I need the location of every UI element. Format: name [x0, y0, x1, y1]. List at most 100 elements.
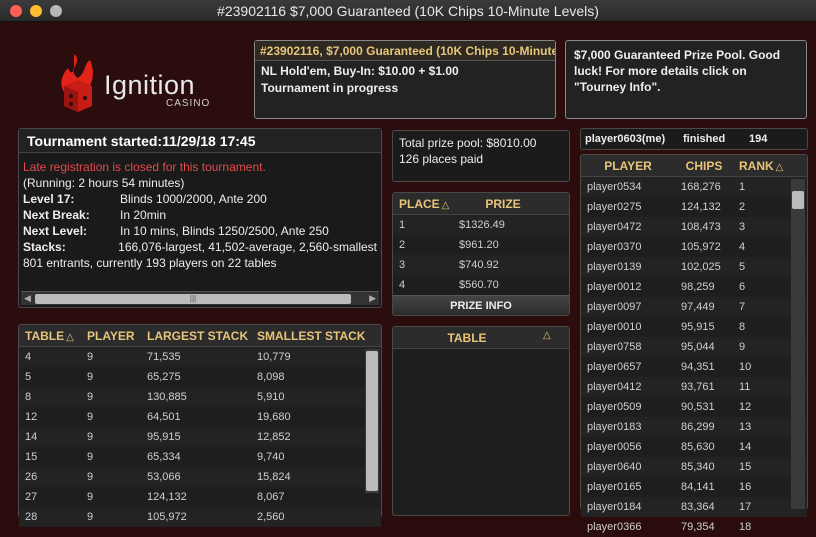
- lobby-main: Ignition CASINO #23902116, $7,000 Guaran…: [0, 22, 816, 533]
- player-row-cell: 102,025: [681, 261, 721, 273]
- scroll-left-icon[interactable]: ◀: [24, 293, 31, 304]
- table-row[interactable]: 26 9 53,066 15,824: [19, 467, 381, 487]
- table-row-cell: 28: [25, 511, 38, 523]
- guarantee-message: $7,000 Guaranteed Prize Pool. Good luck!…: [565, 40, 807, 119]
- player-row[interactable]: player0184 83,364 17: [581, 497, 807, 517]
- players-vertical-scrollbar[interactable]: [791, 179, 805, 509]
- my-status: finished: [683, 133, 726, 145]
- players-scroll-thumb[interactable]: [792, 191, 804, 209]
- players-header: PLAYER CHIPS RANK △: [581, 155, 807, 177]
- table-row-cell: 9: [87, 471, 94, 483]
- sort-ascending-icon[interactable]: △: [543, 327, 551, 348]
- player-row-cell: 2: [739, 201, 746, 213]
- prize-row[interactable]: 3 $740.92: [393, 255, 569, 275]
- prizes-table: PLACE △ PRIZE 1 $1326.49 2 $961.20 3 $740.92 4 $…: [392, 192, 570, 316]
- prize-row-cell: $961.20: [459, 239, 499, 251]
- prize-row[interactable]: 1 $1326.49: [393, 215, 569, 235]
- player-row[interactable]: player0010 95,915 8: [581, 317, 807, 337]
- table-panel-header: TABLE △: [393, 327, 569, 349]
- player-row[interactable]: player0758 95,044 9: [581, 337, 807, 357]
- player-row-cell: 7: [739, 301, 746, 313]
- table-row-cell: 8,067: [257, 491, 285, 503]
- player-row-cell: player0412: [587, 381, 642, 393]
- player-row[interactable]: player0056 85,630 14: [581, 437, 807, 457]
- player-row[interactable]: player0472 108,473 3: [581, 217, 807, 237]
- tables-vertical-scrollbar[interactable]: [365, 349, 379, 493]
- horizontal-scrollbar[interactable]: ◀ ||| ▶: [21, 291, 379, 305]
- table-row-cell: 9: [87, 391, 94, 403]
- player-row[interactable]: player0165 84,141 16: [581, 477, 807, 497]
- column-header-smallest-stack[interactable]: SMALLEST STACK: [251, 325, 365, 346]
- tournament-start-header: Tournament started:11/29/18 17:45: [19, 129, 381, 153]
- player-row-cell: player0366: [587, 521, 642, 533]
- player-row-cell: player0758: [587, 341, 642, 353]
- player-row[interactable]: player0183 86,299 13: [581, 417, 807, 437]
- table-row[interactable]: 8 9 130,885 5,910: [19, 387, 381, 407]
- player-row[interactable]: player0412 93,761 11: [581, 377, 807, 397]
- table-row[interactable]: 4 9 71,535 10,779: [19, 347, 381, 367]
- table-row-cell: 19,680: [257, 411, 291, 423]
- prize-row[interactable]: 2 $961.20: [393, 235, 569, 255]
- table-row-cell: 8,098: [257, 371, 285, 383]
- prize-pool-summary: Total prize pool: $8010.00 126 places pa…: [392, 130, 570, 182]
- table-row-cell: 9: [87, 451, 94, 463]
- level-row: Level 17: Blinds 1000/2000, Ante 200: [23, 192, 267, 206]
- table-row-cell: 27: [25, 491, 38, 503]
- column-header-player[interactable]: PLAYER: [81, 325, 141, 346]
- player-row[interactable]: player0534 168,276 1: [581, 177, 807, 197]
- scroll-right-icon[interactable]: ▶: [369, 293, 376, 304]
- table-row[interactable]: 14 9 95,915 12,852: [19, 427, 381, 447]
- player-row-cell: player0012: [587, 281, 642, 293]
- player-row[interactable]: player0370 105,972 4: [581, 237, 807, 257]
- player-row-cell: 17: [739, 501, 752, 513]
- column-header-table[interactable]: TABLE: [393, 327, 541, 348]
- table-row-cell: 53,066: [147, 471, 181, 483]
- player-row-cell: 85,630: [681, 441, 715, 453]
- prize-info-button[interactable]: PRIZE INFO: [393, 295, 569, 315]
- table-row-cell: 65,334: [147, 451, 181, 463]
- tables-scroll-thumb[interactable]: [366, 351, 378, 491]
- table-row[interactable]: 27 9 124,132 8,067: [19, 487, 381, 507]
- table-row-cell: 9,740: [257, 451, 285, 463]
- player-row-cell: 5: [739, 261, 746, 273]
- player-row-cell: 3: [739, 221, 746, 233]
- table-row-cell: 9: [87, 351, 94, 363]
- player-row-cell: 108,473: [681, 221, 721, 233]
- column-header-player[interactable]: PLAYER: [581, 155, 675, 176]
- column-header-table[interactable]: TABLE △: [19, 325, 81, 346]
- player-row-cell: player0183: [587, 421, 642, 433]
- table-row[interactable]: 5 9 65,275 8,098: [19, 367, 381, 387]
- column-header-rank[interactable]: RANK △: [733, 155, 791, 176]
- my-player-name: player0603(me): [585, 133, 666, 145]
- player-row[interactable]: player0275 124,132 2: [581, 197, 807, 217]
- table-row-cell: 71,535: [147, 351, 181, 363]
- column-header-chips[interactable]: CHIPS: [675, 155, 733, 176]
- player-row[interactable]: player0366 79,354 18: [581, 517, 807, 537]
- prize-row-cell: $1326.49: [459, 219, 505, 231]
- player-row[interactable]: player0657 94,351 10: [581, 357, 807, 377]
- column-header-place[interactable]: PLACE △: [393, 193, 453, 214]
- table-row[interactable]: 15 9 65,334 9,740: [19, 447, 381, 467]
- flame-dice-icon: [61, 54, 93, 112]
- scroll-thumb[interactable]: |||: [35, 294, 351, 304]
- player-row-cell: 18: [739, 521, 752, 533]
- player-row-cell: 94,351: [681, 361, 715, 373]
- player-row[interactable]: player0509 90,531 12: [581, 397, 807, 417]
- table-row[interactable]: 12 9 64,501 19,680: [19, 407, 381, 427]
- column-header-prize[interactable]: PRIZE: [453, 193, 553, 214]
- table-row[interactable]: 28 9 105,972 2,560: [19, 507, 381, 527]
- player-row[interactable]: player0139 102,025 5: [581, 257, 807, 277]
- player-row[interactable]: player0640 85,340 15: [581, 457, 807, 477]
- my-rank: 194: [749, 133, 768, 145]
- table-row-cell: 9: [87, 371, 94, 383]
- player-row-cell: 79,354: [681, 521, 715, 533]
- tables-list-header: TABLE △ PLAYER LARGEST STACK SMALLEST STA…: [19, 325, 381, 347]
- prize-row-cell: 3: [399, 259, 406, 271]
- player-row[interactable]: player0097 97,449 7: [581, 297, 807, 317]
- player-row[interactable]: player0012 98,259 6: [581, 277, 807, 297]
- column-header-largest-stack[interactable]: LARGEST STACK: [141, 325, 251, 346]
- player-row-cell: player0165: [587, 481, 642, 493]
- table-players-panel: TABLE △: [392, 326, 570, 516]
- player-row-cell: 86,299: [681, 421, 715, 433]
- prize-row[interactable]: 4 $560.70: [393, 275, 569, 295]
